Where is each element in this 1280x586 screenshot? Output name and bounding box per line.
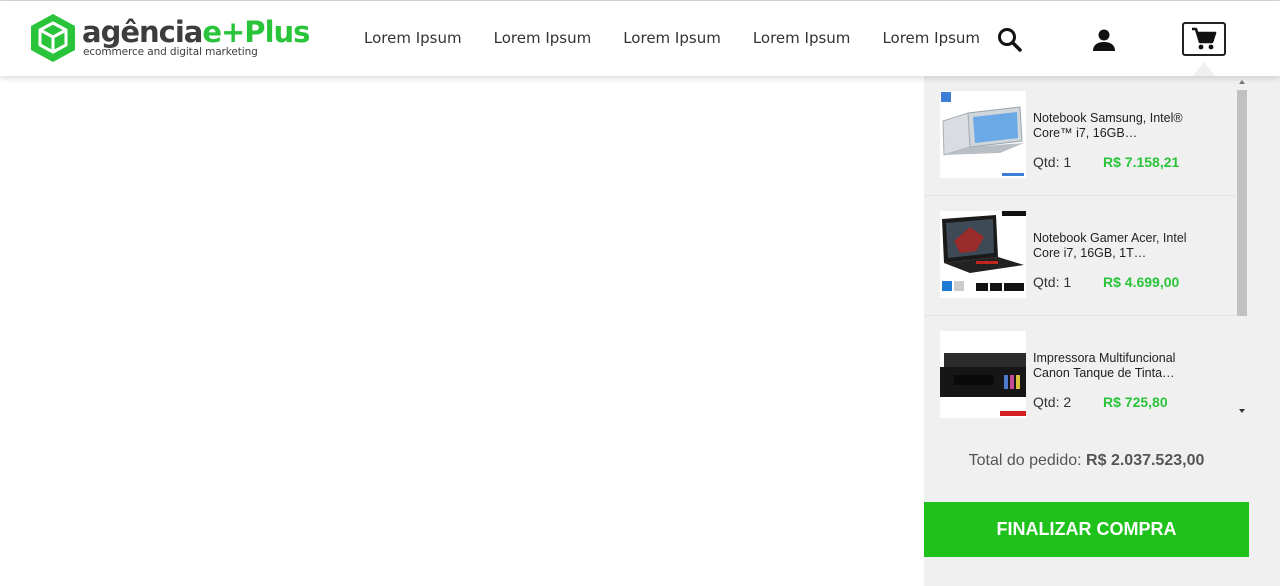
brand-logo[interactable]: agênciae+Plus ecommerce and digital mark…: [30, 13, 310, 65]
checkout-button[interactable]: FINALIZAR COMPRA: [924, 502, 1249, 557]
nav-item-4[interactable]: Lorem Ipsum: [753, 29, 851, 47]
cart-dropdown-caret: [1193, 62, 1215, 76]
site-header: agênciae+Plus ecommerce and digital mark…: [0, 1, 1280, 76]
nav-item-1[interactable]: Lorem Ipsum: [364, 29, 462, 47]
cart-item[interactable]: Impressora Multifuncional Canon Tanque d…: [924, 316, 1236, 422]
cart-icon: [1192, 27, 1217, 50]
scroll-down-arrow-icon[interactable]: [1239, 409, 1245, 413]
scrollbar-thumb[interactable]: [1237, 90, 1247, 316]
product-price: R$ 4.699,00: [1103, 274, 1180, 290]
brand-tagline: ecommerce and digital marketing: [83, 46, 258, 58]
product-image-laptop-gamer: [940, 211, 1026, 298]
nav-item-3[interactable]: Lorem Ipsum: [623, 29, 721, 47]
cart-item[interactable]: Notebook Gamer Acer, Intel Core i7, 16GB…: [924, 196, 1236, 316]
order-total-value: R$ 2.037.523,00: [1086, 452, 1205, 469]
scroll-up-arrow-icon[interactable]: [1239, 80, 1245, 84]
brand-name-accent: e+Plus: [202, 15, 310, 49]
product-name: Notebook Gamer Acer, Intel Core i7, 16GB…: [1033, 231, 1187, 260]
product-image-printer: [940, 331, 1026, 418]
product-price: R$ 725,80: [1103, 394, 1168, 410]
brand-name: agênciae+Plus: [82, 15, 310, 49]
product-price: R$ 7.158,21: [1103, 154, 1180, 170]
product-name: Notebook Samsung, Intel® Core™ i7, 16GB…: [1033, 111, 1183, 140]
nav-item-5[interactable]: Lorem Ipsum: [882, 29, 980, 47]
cube-logo-icon: [31, 14, 75, 62]
cart-dropdown: Notebook Samsung, Intel® Core™ i7, 16GB……: [924, 76, 1280, 586]
cart-item[interactable]: Notebook Samsung, Intel® Core™ i7, 16GB……: [924, 76, 1236, 196]
product-name: Impressora Multifuncional Canon Tanque d…: [1033, 351, 1176, 380]
product-qty: Qtd: 1: [1033, 274, 1072, 290]
cart-button[interactable]: [1182, 22, 1226, 56]
cart-scrollbar[interactable]: [1236, 76, 1248, 422]
search-icon[interactable]: [996, 26, 1024, 54]
product-image-laptop-silver: [940, 91, 1026, 178]
order-total: Total do pedido: R$ 2.037.523,00: [924, 452, 1249, 470]
main-nav: Lorem Ipsum Lorem Ipsum Lorem Ipsum Lore…: [364, 29, 1012, 47]
brand-name-main: agência: [82, 15, 203, 49]
product-qty: Qtd: 1: [1033, 154, 1072, 170]
product-qty: Qtd: 2: [1033, 394, 1072, 410]
order-total-label: Total do pedido:: [968, 452, 1082, 469]
cart-items-list: Notebook Samsung, Intel® Core™ i7, 16GB……: [924, 76, 1236, 422]
nav-item-2[interactable]: Lorem Ipsum: [494, 29, 592, 47]
user-icon[interactable]: [1091, 27, 1117, 53]
